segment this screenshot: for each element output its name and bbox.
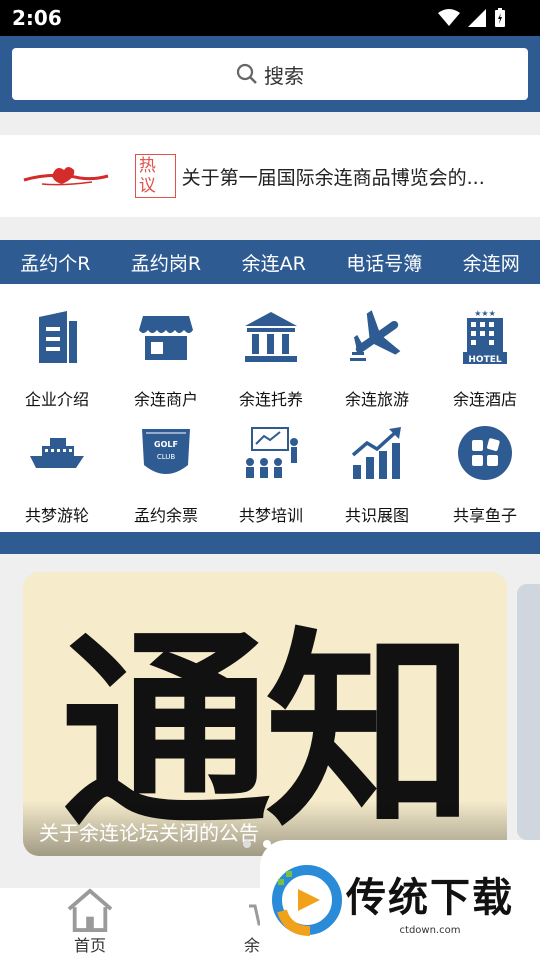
grid-item-label: 余连商户 [113,386,219,410]
grid-item-tickets[interactable]: GOLF CLUB 孟约余票 [113,410,219,526]
search-icon [236,63,257,84]
golf-sign-bottom: CLUB [157,453,176,461]
status-bar: 2:06 [0,0,540,36]
next-banner-preview[interactable] [517,584,540,840]
nav-item-2[interactable]: 孟约岗R [127,249,205,276]
watermark-title: 传统下载 [346,874,514,921]
grid-item-label: 共享鱼子 [432,502,538,526]
grid-item-share[interactable]: 共享鱼子 [432,410,538,526]
grid-item-label: 余连酒店 [432,386,538,410]
battery-icon [495,8,505,27]
grid-item-label: 共梦培训 [218,502,324,526]
nav-item-4[interactable]: 电话号簿 [342,249,426,276]
grid-item-exhibit[interactable]: 共识展图 [324,410,430,526]
grid-item-label: 共梦游轮 [4,502,110,526]
wifi-icon [438,9,460,26]
grid-item-merchant[interactable]: 余连商户 [113,294,219,410]
shop-icon [139,316,193,360]
feature-grid: 企业介绍 余连商户 余连托养 余连旅游 ★★★ HOTEL 余连酒店 共梦游轮 G… [0,284,540,532]
nav-item-1[interactable]: 孟约个R [16,249,94,276]
grid-item-care[interactable]: 余连托养 [218,294,324,410]
category-nav: 孟约个R 孟约岗R 余连AR 电话号簿 余连网 [0,240,540,284]
home-icon [67,888,113,932]
grid-item-label: 孟约余票 [113,502,219,526]
grid-item-label: 企业介绍 [4,386,110,410]
bank-icon [245,312,297,362]
nav-item-5[interactable]: 余连网 [459,249,524,276]
grid-item-travel[interactable]: 余连旅游 [324,294,430,410]
watermark: 传统下载 ctdown.com [260,840,540,960]
banner-carousel[interactable]: 通知 关于余连论坛关闭的公告 [23,572,507,856]
section-divider [0,532,540,554]
status-icons [438,8,506,28]
apps-icon [458,426,512,480]
hot-badge: 热议 [134,154,176,198]
grid-item-cruise[interactable]: 共梦游轮 [4,410,110,526]
watermark-logo-icon [272,865,342,936]
search-label: 搜索 [264,63,304,88]
grid-item-label: 余连托养 [218,386,324,410]
app-screen: 2:06 搜索 热议 关于第一届国际余连商品博览会的... 孟约个R 孟约岗R … [0,0,540,960]
nav-item-3[interactable]: 余连AR [238,249,310,276]
grid-item-company[interactable]: 企业介绍 [4,294,110,410]
hotel-icon: ★★★ HOTEL [463,309,507,365]
golf-club-icon: GOLF CLUB [142,429,190,474]
hotel-sign-text: HOTEL [468,355,501,365]
header: 搜索 [0,36,540,112]
signal-icon [468,9,486,27]
news-ticker[interactable]: 热议 关于第一届国际余连商品博览会的... [0,135,540,217]
training-icon [246,427,298,478]
golf-sign-top: GOLF [154,440,178,449]
status-time: 2:06 [12,6,62,30]
brand-logo [0,135,135,217]
carousel-dot[interactable] [243,840,251,848]
svg-text:★★★: ★★★ [474,309,496,318]
grid-item-label: 余连旅游 [324,386,430,410]
watermark-url: ctdown.com [399,924,461,936]
ticker-headline[interactable]: 关于第一届国际余连商品博览会的... [182,163,540,190]
search-bar[interactable]: 搜索 [12,48,528,100]
grid-item-training[interactable]: 共梦培训 [218,410,324,526]
cruise-ship-icon [30,438,84,468]
grid-item-hotel[interactable]: ★★★ HOTEL 余连酒店 [432,294,538,410]
grid-item-label: 共识展图 [324,502,430,526]
tab-home[interactable]: 首页 [30,888,150,960]
tab-label: 首页 [73,936,106,955]
building-icon [39,311,77,363]
airplane-icon [350,310,401,361]
bar-chart-icon [351,427,401,479]
